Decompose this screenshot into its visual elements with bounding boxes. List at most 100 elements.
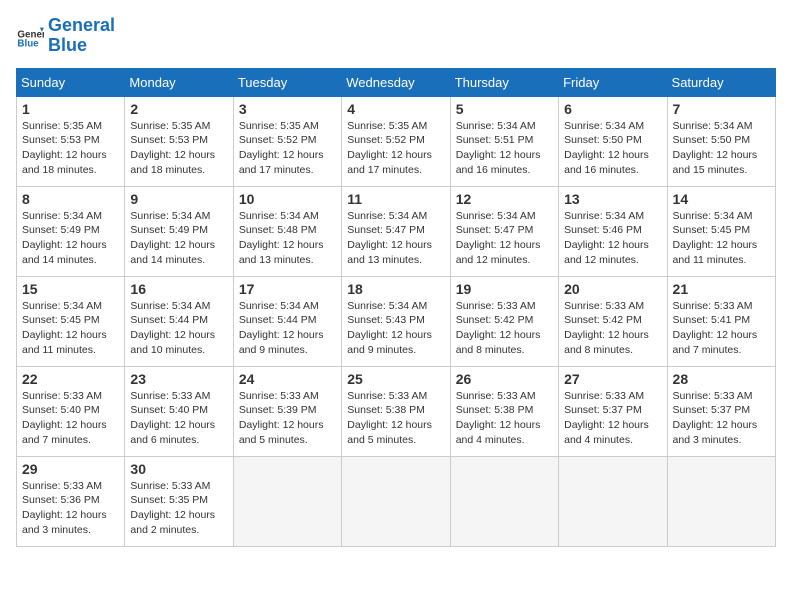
day-info: Sunrise: 5:35 AM Sunset: 5:52 PM Dayligh…	[347, 119, 444, 178]
day-number: 3	[239, 101, 336, 117]
day-info: Sunrise: 5:34 AM Sunset: 5:51 PM Dayligh…	[456, 119, 553, 178]
svg-text:Blue: Blue	[17, 38, 39, 49]
page-header: General Blue GeneralBlue	[16, 16, 776, 56]
calendar-day-cell: 24 Sunrise: 5:33 AM Sunset: 5:39 PM Dayl…	[233, 366, 341, 456]
calendar-week-row: 8 Sunrise: 5:34 AM Sunset: 5:49 PM Dayli…	[17, 186, 776, 276]
calendar-table: Sunday Monday Tuesday Wednesday Thursday…	[16, 68, 776, 547]
calendar-day-cell: 23 Sunrise: 5:33 AM Sunset: 5:40 PM Dayl…	[125, 366, 233, 456]
day-info: Sunrise: 5:34 AM Sunset: 5:46 PM Dayligh…	[564, 209, 661, 268]
calendar-empty-cell	[667, 456, 775, 546]
day-number: 27	[564, 371, 661, 387]
calendar-empty-cell	[450, 456, 558, 546]
calendar-week-row: 15 Sunrise: 5:34 AM Sunset: 5:45 PM Dayl…	[17, 276, 776, 366]
calendar-day-cell: 16 Sunrise: 5:34 AM Sunset: 5:44 PM Dayl…	[125, 276, 233, 366]
day-number: 17	[239, 281, 336, 297]
day-number: 19	[456, 281, 553, 297]
day-info: Sunrise: 5:33 AM Sunset: 5:42 PM Dayligh…	[564, 299, 661, 358]
logo-text: GeneralBlue	[48, 16, 115, 56]
calendar-day-cell: 30 Sunrise: 5:33 AM Sunset: 5:35 PM Dayl…	[125, 456, 233, 546]
calendar-day-cell: 14 Sunrise: 5:34 AM Sunset: 5:45 PM Dayl…	[667, 186, 775, 276]
day-info: Sunrise: 5:34 AM Sunset: 5:44 PM Dayligh…	[130, 299, 227, 358]
calendar-day-cell: 17 Sunrise: 5:34 AM Sunset: 5:44 PM Dayl…	[233, 276, 341, 366]
calendar-day-cell: 20 Sunrise: 5:33 AM Sunset: 5:42 PM Dayl…	[559, 276, 667, 366]
logo: General Blue GeneralBlue	[16, 16, 115, 56]
calendar-empty-cell	[559, 456, 667, 546]
day-number: 11	[347, 191, 444, 207]
calendar-empty-cell	[233, 456, 341, 546]
day-number: 1	[22, 101, 119, 117]
col-sunday: Sunday	[17, 68, 125, 96]
day-number: 5	[456, 101, 553, 117]
calendar-day-cell: 3 Sunrise: 5:35 AM Sunset: 5:52 PM Dayli…	[233, 96, 341, 186]
calendar-week-row: 1 Sunrise: 5:35 AM Sunset: 5:53 PM Dayli…	[17, 96, 776, 186]
day-info: Sunrise: 5:33 AM Sunset: 5:40 PM Dayligh…	[22, 389, 119, 448]
calendar-day-cell: 9 Sunrise: 5:34 AM Sunset: 5:49 PM Dayli…	[125, 186, 233, 276]
calendar-week-row: 29 Sunrise: 5:33 AM Sunset: 5:36 PM Dayl…	[17, 456, 776, 546]
day-info: Sunrise: 5:35 AM Sunset: 5:53 PM Dayligh…	[22, 119, 119, 178]
col-wednesday: Wednesday	[342, 68, 450, 96]
day-info: Sunrise: 5:33 AM Sunset: 5:41 PM Dayligh…	[673, 299, 770, 358]
day-info: Sunrise: 5:33 AM Sunset: 5:35 PM Dayligh…	[130, 479, 227, 538]
day-info: Sunrise: 5:34 AM Sunset: 5:50 PM Dayligh…	[564, 119, 661, 178]
day-info: Sunrise: 5:33 AM Sunset: 5:38 PM Dayligh…	[456, 389, 553, 448]
calendar-day-cell: 19 Sunrise: 5:33 AM Sunset: 5:42 PM Dayl…	[450, 276, 558, 366]
calendar-day-cell: 28 Sunrise: 5:33 AM Sunset: 5:37 PM Dayl…	[667, 366, 775, 456]
col-friday: Friday	[559, 68, 667, 96]
col-saturday: Saturday	[667, 68, 775, 96]
day-number: 6	[564, 101, 661, 117]
calendar-week-row: 22 Sunrise: 5:33 AM Sunset: 5:40 PM Dayl…	[17, 366, 776, 456]
calendar-day-cell: 4 Sunrise: 5:35 AM Sunset: 5:52 PM Dayli…	[342, 96, 450, 186]
day-number: 4	[347, 101, 444, 117]
day-number: 22	[22, 371, 119, 387]
day-number: 16	[130, 281, 227, 297]
day-info: Sunrise: 5:33 AM Sunset: 5:36 PM Dayligh…	[22, 479, 119, 538]
day-info: Sunrise: 5:35 AM Sunset: 5:52 PM Dayligh…	[239, 119, 336, 178]
day-number: 25	[347, 371, 444, 387]
day-info: Sunrise: 5:34 AM Sunset: 5:45 PM Dayligh…	[22, 299, 119, 358]
day-number: 15	[22, 281, 119, 297]
day-number: 28	[673, 371, 770, 387]
calendar-day-cell: 15 Sunrise: 5:34 AM Sunset: 5:45 PM Dayl…	[17, 276, 125, 366]
day-number: 29	[22, 461, 119, 477]
calendar-day-cell: 18 Sunrise: 5:34 AM Sunset: 5:43 PM Dayl…	[342, 276, 450, 366]
calendar-day-cell: 22 Sunrise: 5:33 AM Sunset: 5:40 PM Dayl…	[17, 366, 125, 456]
calendar-day-cell: 25 Sunrise: 5:33 AM Sunset: 5:38 PM Dayl…	[342, 366, 450, 456]
calendar-day-cell: 26 Sunrise: 5:33 AM Sunset: 5:38 PM Dayl…	[450, 366, 558, 456]
day-info: Sunrise: 5:34 AM Sunset: 5:49 PM Dayligh…	[130, 209, 227, 268]
calendar-day-cell: 10 Sunrise: 5:34 AM Sunset: 5:48 PM Dayl…	[233, 186, 341, 276]
day-number: 18	[347, 281, 444, 297]
day-info: Sunrise: 5:33 AM Sunset: 5:37 PM Dayligh…	[564, 389, 661, 448]
day-number: 13	[564, 191, 661, 207]
day-number: 24	[239, 371, 336, 387]
col-thursday: Thursday	[450, 68, 558, 96]
day-info: Sunrise: 5:34 AM Sunset: 5:49 PM Dayligh…	[22, 209, 119, 268]
calendar-day-cell: 27 Sunrise: 5:33 AM Sunset: 5:37 PM Dayl…	[559, 366, 667, 456]
day-number: 7	[673, 101, 770, 117]
logo-icon: General Blue	[16, 22, 44, 50]
col-tuesday: Tuesday	[233, 68, 341, 96]
day-info: Sunrise: 5:33 AM Sunset: 5:37 PM Dayligh…	[673, 389, 770, 448]
day-info: Sunrise: 5:35 AM Sunset: 5:53 PM Dayligh…	[130, 119, 227, 178]
day-info: Sunrise: 5:34 AM Sunset: 5:43 PM Dayligh…	[347, 299, 444, 358]
day-info: Sunrise: 5:33 AM Sunset: 5:38 PM Dayligh…	[347, 389, 444, 448]
day-number: 21	[673, 281, 770, 297]
col-monday: Monday	[125, 68, 233, 96]
calendar-header-row: Sunday Monday Tuesday Wednesday Thursday…	[17, 68, 776, 96]
day-number: 20	[564, 281, 661, 297]
day-number: 26	[456, 371, 553, 387]
day-number: 10	[239, 191, 336, 207]
day-number: 2	[130, 101, 227, 117]
calendar-day-cell: 12 Sunrise: 5:34 AM Sunset: 5:47 PM Dayl…	[450, 186, 558, 276]
calendar-day-cell: 8 Sunrise: 5:34 AM Sunset: 5:49 PM Dayli…	[17, 186, 125, 276]
day-number: 12	[456, 191, 553, 207]
calendar-day-cell: 7 Sunrise: 5:34 AM Sunset: 5:50 PM Dayli…	[667, 96, 775, 186]
day-number: 30	[130, 461, 227, 477]
calendar-day-cell: 2 Sunrise: 5:35 AM Sunset: 5:53 PM Dayli…	[125, 96, 233, 186]
day-info: Sunrise: 5:34 AM Sunset: 5:48 PM Dayligh…	[239, 209, 336, 268]
day-info: Sunrise: 5:34 AM Sunset: 5:50 PM Dayligh…	[673, 119, 770, 178]
day-number: 23	[130, 371, 227, 387]
calendar-day-cell: 21 Sunrise: 5:33 AM Sunset: 5:41 PM Dayl…	[667, 276, 775, 366]
calendar-day-cell: 6 Sunrise: 5:34 AM Sunset: 5:50 PM Dayli…	[559, 96, 667, 186]
day-info: Sunrise: 5:34 AM Sunset: 5:47 PM Dayligh…	[456, 209, 553, 268]
calendar-day-cell: 1 Sunrise: 5:35 AM Sunset: 5:53 PM Dayli…	[17, 96, 125, 186]
